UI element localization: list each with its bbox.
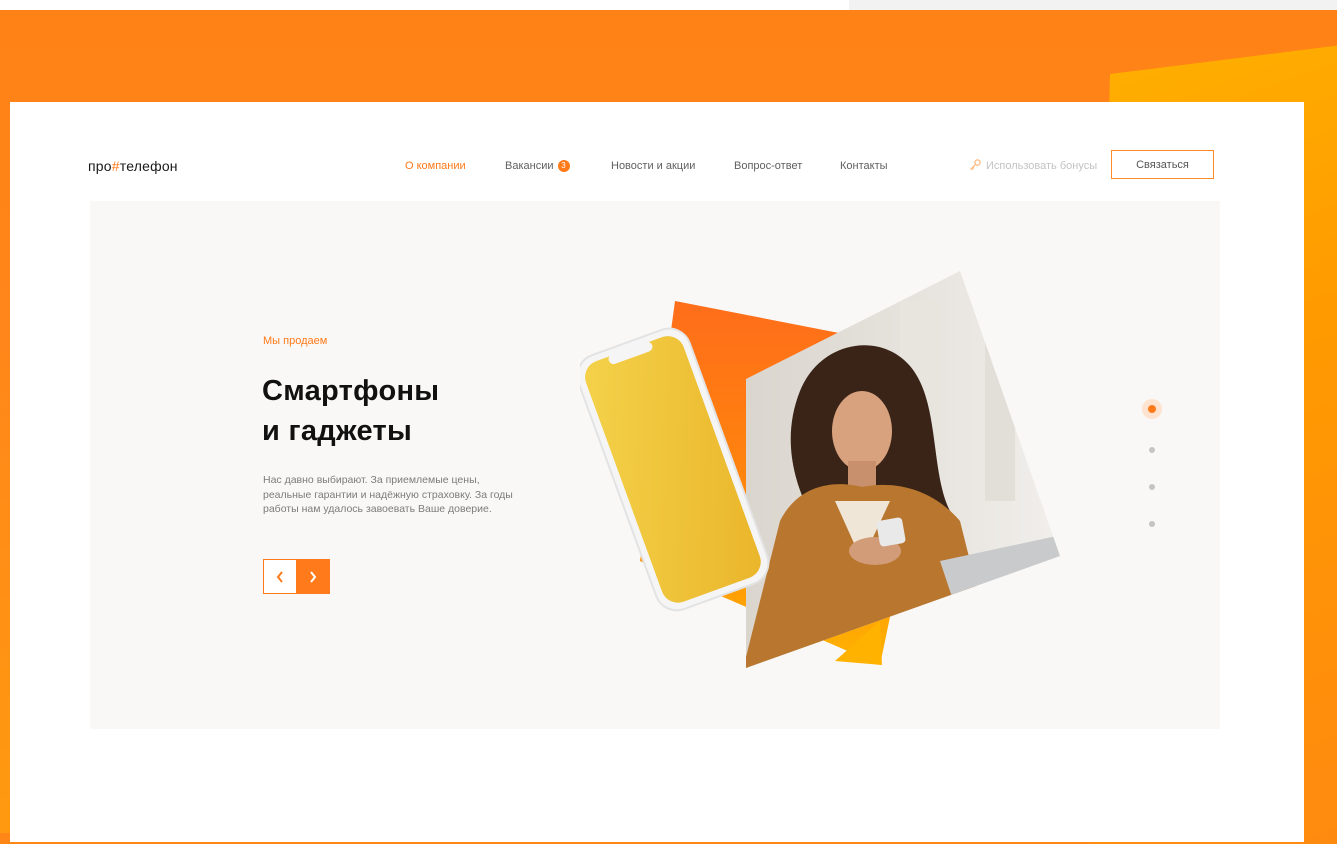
use-bonuses-link[interactable]: Использовать бонусы — [969, 159, 1097, 172]
prev-slide-button[interactable] — [263, 559, 297, 594]
use-bonuses-label: Использовать бонусы — [986, 160, 1098, 172]
pagination-dot-1[interactable] — [1142, 399, 1162, 419]
headline-line-1: Смартфоны — [262, 375, 440, 407]
nav-item-news[interactable]: Новости и акции — [611, 160, 695, 172]
hero-banner: Мы продаем Смартфоны и гаджеты Нас давно… — [90, 201, 1220, 729]
hero-description: Нас давно выбирают. За приемлемые цены, … — [263, 474, 513, 515]
hero-headline: Смартфоны и гаджеты — [262, 371, 439, 451]
pagination-dot-2[interactable] — [1149, 447, 1155, 453]
chevron-right-icon — [310, 570, 317, 583]
nav-item-about[interactable]: О компании — [405, 160, 466, 172]
logo-suffix: телефон — [119, 158, 178, 174]
nav-item-contacts[interactable]: Контакты — [840, 160, 888, 172]
nav-item-vacancies[interactable]: Вакансии 3 — [505, 160, 570, 172]
hero-illustration — [580, 271, 1060, 668]
contact-button[interactable]: Связаться — [1111, 150, 1214, 179]
nav-item-label: Вакансии — [505, 160, 554, 172]
page-card: про#телефон О компании Вакансии 3 Новости… — [10, 102, 1304, 842]
logo[interactable]: про#телефон — [88, 158, 178, 174]
pagination-dot-4[interactable] — [1149, 521, 1155, 527]
headline-line-2: и гаджеты — [262, 415, 413, 447]
slider-arrows — [263, 559, 331, 594]
logo-prefix: про — [88, 158, 112, 174]
pagination-dot-3[interactable] — [1149, 484, 1155, 490]
top-strip-grey — [849, 0, 1337, 10]
next-slide-button[interactable] — [296, 559, 330, 594]
hero-eyebrow: Мы продаем — [263, 335, 328, 347]
logo-hash: # — [111, 158, 120, 174]
vacancies-count-badge: 3 — [557, 160, 570, 172]
key-icon — [970, 159, 981, 171]
chevron-left-icon — [276, 570, 283, 583]
slider-pagination — [1142, 399, 1162, 539]
nav-item-faq[interactable]: Вопрос-ответ — [734, 160, 802, 172]
